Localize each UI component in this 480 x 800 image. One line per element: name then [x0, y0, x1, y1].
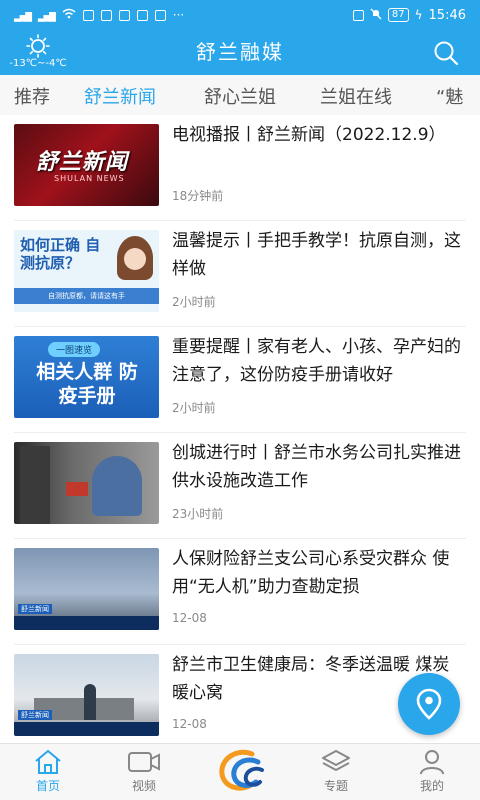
- location-button[interactable]: [398, 673, 460, 735]
- layers-icon: [322, 750, 350, 771]
- thumb-caption: 相关人群 防疫手册: [36, 361, 138, 407]
- wifi-icon: [62, 8, 76, 22]
- nav-home-label: 首页: [35, 779, 60, 793]
- status-icons-left: ▂▄▆ ▂▄▆ ···: [14, 8, 184, 22]
- bottom-navigation: 首页 视频 专题 我的: [0, 743, 480, 800]
- news-thumbnail: 如何正确 自测抗原？ 自测抗原都，请请这有手: [14, 230, 159, 312]
- thumb-figure: [92, 456, 142, 516]
- profile-icon: [420, 750, 444, 775]
- notification-icon-2: [100, 9, 112, 21]
- signal-icon: ▂▄▆: [14, 8, 32, 22]
- status-bar: ▂▄▆ ▂▄▆ ··· 87 ϟ 15:46: [0, 0, 480, 30]
- news-time: 23小时前: [172, 507, 224, 521]
- thumb-subcaption: SHULAN NEWS: [54, 174, 125, 183]
- tab-recommend[interactable]: 推荐: [14, 83, 50, 109]
- nav-profile-label: 我的: [419, 779, 444, 793]
- thumb-subcaption: 自测抗原都，请请这有手: [14, 288, 159, 304]
- video-icon: [128, 752, 160, 772]
- news-thumbnail: 舒兰新闻: [14, 548, 159, 630]
- news-item[interactable]: 创城进行时丨舒兰市水务公司扎实推进供水设施改造工作 23小时前: [14, 433, 466, 539]
- notification-icon: [82, 9, 94, 21]
- news-time: 12-08: [172, 717, 207, 731]
- status-time: 15:46: [428, 7, 466, 23]
- news-title: 电视播报丨舒兰新闻（2022.12.9）: [172, 125, 446, 145]
- nfc-icon: [352, 9, 364, 21]
- news-title: 重要提醒丨家有老人、小孩、孕产妇的注意了，这份防疫手册请收好: [172, 337, 461, 385]
- news-time: 18分钟前: [172, 189, 224, 203]
- news-title: 人保财险舒兰支公司心系受灾群众 使用“无人机”助力查勘定损: [172, 549, 450, 597]
- thumb-tag: 一图速览: [48, 342, 101, 357]
- notification-icon-4: [136, 9, 148, 21]
- thumb-lower-third: [14, 616, 159, 630]
- news-title: 创城进行时丨舒兰市水务公司扎实推进供水设施改造工作: [172, 443, 461, 491]
- thumb-logo: 舒兰新闻: [18, 604, 52, 614]
- news-time: 12-08: [172, 611, 207, 625]
- news-time: 2小时前: [172, 401, 216, 415]
- thumb-tool: [66, 482, 88, 496]
- app-logo-icon: [219, 749, 264, 791]
- news-title: 温馨提示丨手把手教学！抗原自测，这样做: [172, 231, 461, 279]
- nav-topics-label: 专题: [323, 779, 348, 793]
- search-button[interactable]: [432, 39, 460, 67]
- news-thumbnail: 舒兰新闻 SHULAN NEWS: [14, 124, 159, 206]
- tab-shuxin-lanjie[interactable]: 舒心兰姐: [204, 83, 276, 109]
- thumb-caption: 如何正确 自测抗原？: [20, 236, 101, 272]
- signal-icon-2: ▂▄▆: [37, 8, 56, 22]
- thumb-figure: [84, 684, 96, 720]
- thumb-figure: [20, 446, 50, 524]
- news-thumbnail: [14, 442, 159, 524]
- nav-video[interactable]: 视频: [96, 744, 192, 800]
- news-item[interactable]: 舒兰新闻 SHULAN NEWS 电视播报丨舒兰新闻（2022.12.9） 18…: [14, 115, 466, 221]
- app-header: -13℃~-4℃ 舒兰融媒: [0, 30, 480, 75]
- thumb-lower-third: [14, 722, 159, 736]
- nav-profile[interactable]: 我的: [384, 744, 480, 800]
- news-item[interactable]: 舒兰新闻 人保财险舒兰支公司心系受灾群众 使用“无人机”助力查勘定损 12-08: [14, 539, 466, 645]
- nav-center-logo[interactable]: [208, 744, 272, 800]
- nav-home[interactable]: 首页: [0, 744, 96, 800]
- thumb-logo: 舒兰新闻: [18, 710, 52, 720]
- nav-video-label: 视频: [131, 779, 156, 793]
- notification-icon-3: [118, 9, 130, 21]
- charging-icon: ϟ: [414, 8, 423, 22]
- news-thumbnail: 舒兰新闻: [14, 654, 159, 736]
- search-icon: [434, 41, 459, 66]
- cartoon-avatar: [117, 236, 153, 280]
- home-icon: [35, 749, 61, 774]
- nav-topics[interactable]: 专题: [288, 744, 384, 800]
- mute-icon: [370, 8, 382, 23]
- thumb-caption: 舒兰新闻: [36, 150, 129, 175]
- news-item[interactable]: 如何正确 自测抗原？ 自测抗原都，请请这有手 温馨提示丨手把手教学！抗原自测，这…: [14, 221, 466, 327]
- news-thumbnail: 一图速览 相关人群 防疫手册: [14, 336, 159, 418]
- battery-level: 87: [387, 8, 409, 22]
- news-item[interactable]: 一图速览 相关人群 防疫手册 重要提醒丨家有老人、小孩、孕产妇的注意了，这份防疫…: [14, 327, 466, 433]
- tab-shulan-news[interactable]: 舒兰新闻: [84, 83, 156, 109]
- status-icons-right: 87 ϟ 15:46: [352, 7, 466, 23]
- page-title: 舒兰融媒: [196, 40, 284, 64]
- notification-icon-5: [154, 9, 166, 21]
- tab-charm[interactable]: “魅: [436, 83, 463, 109]
- tab-lanjie-online[interactable]: 兰姐在线: [320, 83, 392, 109]
- category-tabs: 推荐 舒兰新闻 舒心兰姐 兰姐在线 “魅: [0, 75, 480, 115]
- more-icon: ···: [172, 8, 185, 22]
- news-time: 2小时前: [172, 295, 216, 309]
- location-pin-icon: [416, 688, 442, 720]
